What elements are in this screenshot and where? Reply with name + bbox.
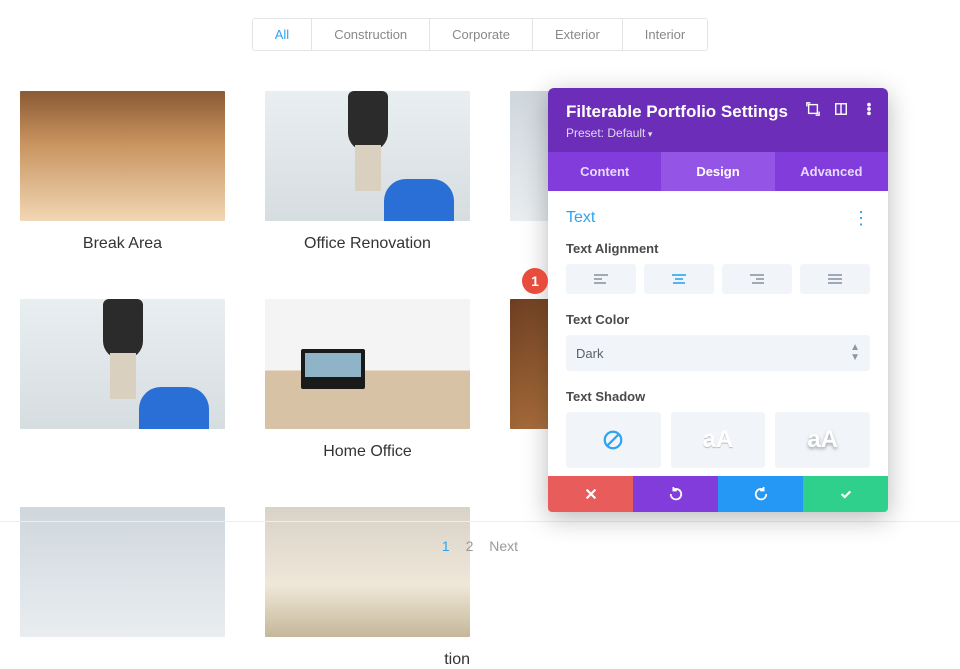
filter-tab-exterior[interactable]: Exterior [533, 19, 623, 50]
panel-tabs: Content Design Advanced [548, 152, 888, 191]
portfolio-thumb [20, 91, 225, 221]
pagination: 1 2 Next [0, 521, 960, 554]
annotation-badge-1: 1 [522, 268, 548, 294]
shadow-none-button[interactable] [566, 412, 661, 468]
label-text-color: Text Color [566, 312, 870, 327]
align-left-button[interactable] [566, 264, 636, 294]
panel-preset[interactable]: Preset: Default [566, 126, 870, 140]
tab-content[interactable]: Content [548, 152, 661, 191]
shadow-options: aA aA [566, 412, 870, 468]
text-color-value: Dark [576, 346, 603, 361]
label-text-shadow: Text Shadow [566, 389, 870, 404]
label-text-alignment: Text Alignment [566, 241, 870, 256]
portfolio-thumb [20, 299, 225, 429]
portfolio-card[interactable] [20, 299, 225, 461]
page-1[interactable]: 1 [442, 538, 450, 554]
portfolio-card[interactable]: Break Area [20, 91, 225, 253]
settings-panel: Filterable Portfolio Settings Preset: De… [548, 88, 888, 512]
portfolio-caption: Office Renovation [265, 235, 470, 253]
align-center-button[interactable] [644, 264, 714, 294]
shadow-option-2[interactable]: aA [775, 412, 870, 468]
more-icon[interactable] [862, 102, 876, 119]
chevron-updown-icon: ▲▼ [850, 343, 860, 363]
panel-action-bar [548, 476, 888, 512]
page-2[interactable]: 2 [466, 538, 474, 554]
portfolio-card[interactable]: Office Renovation [265, 91, 470, 253]
redo-button[interactable] [718, 476, 803, 512]
section-title-text[interactable]: Text [566, 209, 595, 227]
filter-tab-corporate[interactable]: Corporate [430, 19, 533, 50]
columns-icon[interactable] [834, 102, 848, 119]
undo-button[interactable] [633, 476, 718, 512]
shadow-option-1[interactable]: aA [671, 412, 766, 468]
expand-icon[interactable] [806, 102, 820, 119]
tab-design[interactable]: Design [661, 152, 774, 191]
align-justify-button[interactable] [800, 264, 870, 294]
portfolio-caption: Break Area [20, 235, 225, 253]
cancel-button[interactable] [548, 476, 633, 512]
portfolio-thumb [265, 299, 470, 429]
save-button[interactable] [803, 476, 888, 512]
alignment-buttons [566, 264, 870, 294]
portfolio-caption: Home Office [265, 443, 470, 461]
page-next[interactable]: Next [489, 538, 518, 554]
portfolio-thumb [265, 91, 470, 221]
align-right-button[interactable] [722, 264, 792, 294]
text-color-select[interactable]: Dark ▲▼ [566, 335, 870, 371]
panel-header: Filterable Portfolio Settings Preset: De… [548, 88, 888, 152]
portfolio-card[interactable]: Home Office [265, 299, 470, 461]
panel-body: Text ⋮ Text Alignment Text Color Dark ▲▼… [548, 191, 888, 476]
filter-tabs: All Construction Corporate Exterior Inte… [252, 18, 709, 51]
filter-tab-interior[interactable]: Interior [623, 19, 707, 50]
tab-advanced[interactable]: Advanced [775, 152, 888, 191]
portfolio-caption: tion [265, 651, 470, 669]
filter-tab-construction[interactable]: Construction [312, 19, 430, 50]
filter-tab-all[interactable]: All [253, 19, 312, 50]
filter-bar: All Construction Corporate Exterior Inte… [0, 18, 960, 51]
section-menu-icon[interactable]: ⋮ [852, 213, 870, 223]
